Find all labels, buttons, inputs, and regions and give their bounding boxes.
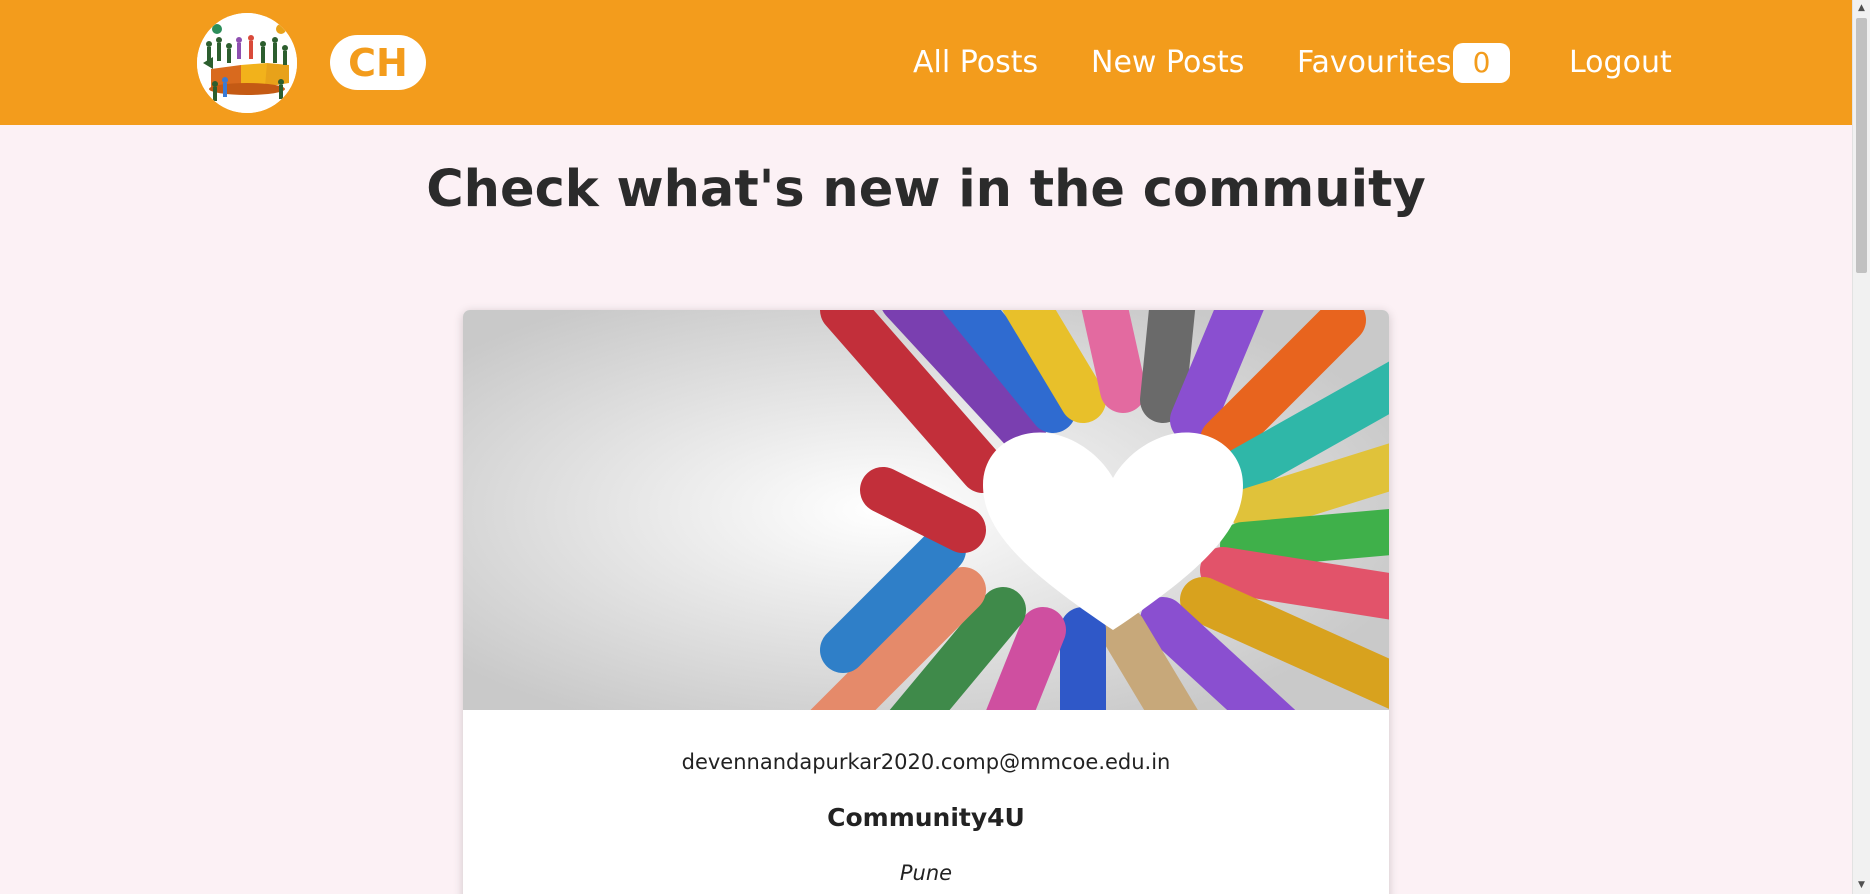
nav-favourites-link[interactable]: Favourites — [1297, 40, 1452, 85]
scroll-up-arrow-icon[interactable]: ▲ — [1853, 0, 1870, 17]
page-title: Check what's new in the commuity — [426, 160, 1426, 219]
community-logo-icon[interactable] — [197, 13, 297, 113]
header-bar: CH All Posts New Posts Favourites 0 Logo… — [0, 0, 1852, 125]
vertical-scrollbar[interactable]: ▲ ▼ — [1852, 0, 1870, 894]
nav-logout-link[interactable]: Logout — [1569, 40, 1672, 85]
favourites-count-badge[interactable]: 0 — [1453, 43, 1510, 83]
post-name: Community4U — [827, 803, 1025, 832]
page: CH All Posts New Posts Favourites 0 Logo… — [0, 0, 1852, 894]
nav-all-posts-link[interactable]: All Posts — [913, 40, 1038, 85]
scroll-down-arrow-icon[interactable]: ▼ — [1853, 877, 1870, 894]
scroll-thumb[interactable] — [1856, 18, 1867, 273]
post-image — [463, 310, 1389, 710]
post-card[interactable]: devennandapurkar2020.comp@mmcoe.edu.in C… — [463, 310, 1389, 894]
nav-new-posts-link[interactable]: New Posts — [1091, 40, 1244, 85]
post-location: Pune — [899, 861, 953, 885]
brand-badge[interactable]: CH — [330, 35, 426, 90]
post-email: devennandapurkar2020.comp@mmcoe.edu.in — [681, 750, 1171, 774]
